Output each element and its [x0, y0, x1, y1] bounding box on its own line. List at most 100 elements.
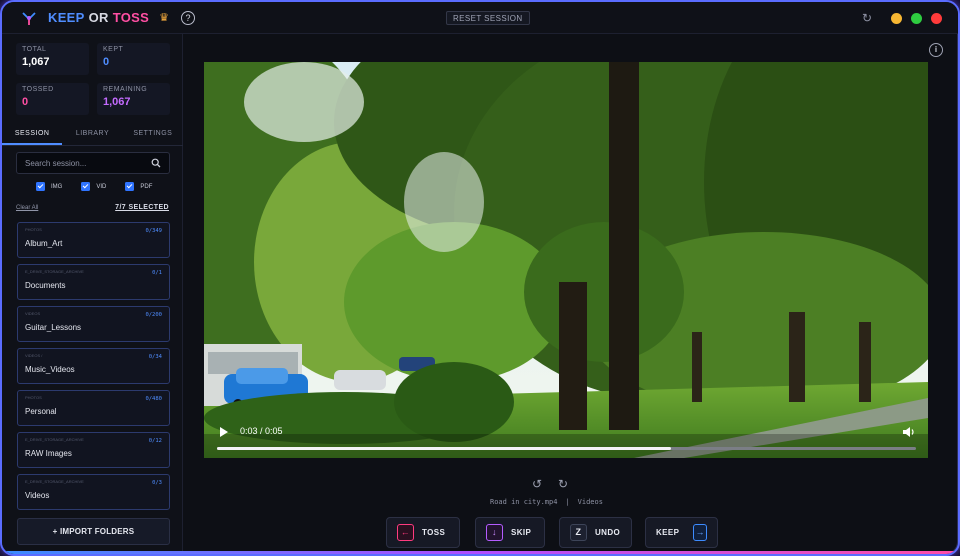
app-title: KEEP OR TOSS: [48, 10, 149, 25]
folder-item[interactable]: E_DRIVE_STORAGE_ARCHIVE Documents 0/1: [17, 264, 170, 300]
minimize-button[interactable]: [891, 12, 902, 24]
import-folders-button[interactable]: + IMPORT FOLDERS: [17, 518, 170, 545]
search-input[interactable]: [25, 158, 145, 168]
folder-count: 0/480: [145, 396, 162, 402]
folder-name: Guitar_Lessons: [25, 323, 82, 332]
folder-name: Album_Art: [25, 239, 63, 248]
tab-settings[interactable]: SETTINGS: [123, 124, 183, 145]
stat-kept-label: KEPT: [103, 46, 124, 53]
stat-total: TOTAL 1,067: [16, 43, 89, 75]
checkbox-vid[interactable]: [81, 182, 91, 191]
folder-item[interactable]: PHOTOS Personal 0/480: [17, 390, 170, 426]
app-window: KEEP OR TOSS ♛ ? RESET SESSION ↻ TOTAL 1,0…: [0, 0, 960, 556]
file-name: Road in city.mp4: [490, 498, 558, 506]
type-filters: IMG VID PDF: [36, 182, 152, 191]
toss-button[interactable]: ← TOSS: [386, 517, 460, 548]
filter-vid-label: VID: [96, 183, 107, 190]
help-icon[interactable]: ?: [180, 10, 195, 25]
folder-count: 0/34: [148, 354, 162, 360]
close-button[interactable]: [931, 12, 942, 24]
playback-time: 0:03 / 0:05: [240, 426, 283, 436]
folder-path: E_DRIVE_STORAGE_ARCHIVE: [25, 437, 84, 442]
folder-item[interactable]: PHOTOS Album_Art 0/349: [17, 222, 170, 258]
stat-kept-value: 0: [103, 56, 110, 68]
stat-tossed-label: TOSSED: [22, 86, 54, 93]
logo-icon: [22, 11, 36, 25]
clear-all-link[interactable]: Clear All: [16, 205, 38, 211]
file-folder: Videos: [577, 498, 603, 506]
reset-session-button[interactable]: RESET SESSION: [446, 11, 530, 25]
stat-remaining-value: 1,067: [103, 96, 131, 108]
undo-button[interactable]: Z UNDO: [559, 517, 632, 548]
filter-img-label: IMG: [51, 183, 63, 190]
search-icon[interactable]: [151, 158, 161, 168]
filter-pdf[interactable]: PDF: [125, 182, 152, 191]
tab-library[interactable]: LIBRARY: [62, 124, 122, 145]
volume-icon[interactable]: [902, 426, 916, 438]
folder-path: VIDEOS /: [25, 353, 43, 358]
video-frame: [204, 62, 928, 458]
info-icon[interactable]: i: [929, 43, 943, 57]
refresh-icon[interactable]: ↻: [862, 12, 872, 24]
search-box: [16, 152, 170, 174]
keep-label: KEEP: [656, 528, 680, 537]
checkbox-img[interactable]: [36, 182, 45, 191]
selected-count[interactable]: 7/7 SELECTED: [115, 204, 169, 211]
toss-key-icon: ←: [397, 524, 414, 541]
stat-tossed: TOSSED 0: [16, 83, 89, 115]
folder-name: Documents: [25, 281, 66, 290]
rotate-right-icon[interactable]: ↻: [558, 478, 568, 490]
stat-total-value: 1,067: [22, 56, 50, 68]
folder-item[interactable]: VIDEOS / Music_Videos 0/34: [17, 348, 170, 384]
brand-or: OR: [88, 10, 109, 25]
folder-path: VIDEOS: [25, 311, 41, 316]
folder-count: 0/349: [145, 228, 162, 234]
folder-count: 0/200: [145, 312, 162, 318]
brand-toss: TOSS: [112, 10, 150, 25]
undo-label: UNDO: [595, 528, 621, 537]
undo-key-icon: Z: [570, 524, 587, 541]
rotate-left-icon[interactable]: ↺: [532, 478, 542, 490]
stat-total-label: TOTAL: [22, 46, 47, 53]
folder-count: 0/1: [152, 270, 162, 276]
folder-path: E_DRIVE_STORAGE_ARCHIVE: [25, 269, 84, 274]
sidebar: TOTAL 1,067 KEPT 0 TOSSED 0 REMAINING 1,…: [2, 34, 183, 554]
file-caption: Road in city.mp4 | Videos: [490, 498, 603, 506]
play-icon[interactable]: [220, 427, 228, 437]
maximize-button[interactable]: [911, 12, 922, 24]
keep-key-icon: →: [693, 524, 707, 541]
seek-bar[interactable]: [217, 447, 916, 450]
sidebar-tabs: SESSION LIBRARY SETTINGS: [2, 124, 183, 146]
folder-path: PHOTOS: [25, 227, 42, 232]
checkbox-pdf[interactable]: [125, 182, 135, 191]
title-bar: KEEP OR TOSS ♛ ? RESET SESSION ↻: [2, 2, 958, 34]
filter-vid[interactable]: VID: [81, 182, 106, 191]
folder-item[interactable]: E_DRIVE_STORAGE_ARCHIVE RAW Images 0/12: [17, 432, 170, 468]
crown-icon[interactable]: ♛: [159, 11, 169, 24]
filter-pdf-label: PDF: [140, 183, 153, 190]
caption-separator: |: [565, 498, 570, 506]
folder-item[interactable]: VIDEOS Guitar_Lessons 0/200: [17, 306, 170, 342]
folder-name: Personal: [25, 407, 57, 416]
skip-button[interactable]: ↓ SKIP: [475, 517, 545, 548]
folder-count: 0/12: [148, 438, 162, 444]
stat-tossed-value: 0: [22, 96, 29, 108]
stat-kept: KEPT 0: [97, 43, 170, 75]
filter-img[interactable]: IMG: [36, 182, 62, 191]
stat-remaining-label: REMAINING: [103, 86, 148, 93]
folder-name: Videos: [25, 491, 50, 500]
brand-keep: KEEP: [48, 10, 85, 25]
tab-session[interactable]: SESSION: [2, 124, 63, 145]
folder-item[interactable]: E_DRIVE_STORAGE_ARCHIVE Videos 0/3: [17, 474, 170, 510]
folder-count: 0/3: [152, 480, 162, 486]
seek-bar-fill: [217, 447, 672, 450]
folder-path: E_DRIVE_STORAGE_ARCHIVE: [25, 479, 84, 484]
keep-button[interactable]: KEEP →: [645, 517, 718, 548]
skip-label: SKIP: [511, 528, 532, 537]
folder-name: Music_Videos: [25, 365, 75, 374]
folder-name: RAW Images: [25, 449, 72, 458]
stat-remaining: REMAINING 1,067: [97, 83, 170, 115]
toss-label: TOSS: [422, 528, 446, 537]
video-player[interactable]: 0:03 / 0:05: [204, 62, 928, 458]
folder-path: PHOTOS: [25, 395, 42, 400]
